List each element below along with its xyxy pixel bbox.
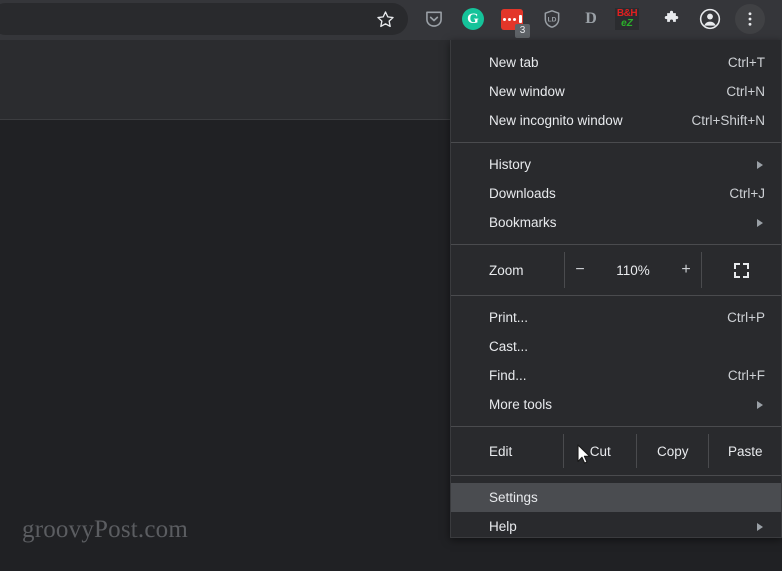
pocket-icon[interactable]	[419, 4, 449, 34]
menu-row-edit: Edit Cut Copy Paste	[451, 434, 781, 468]
menu-item-label: History	[489, 157, 532, 172]
menu-item-shortcut: Ctrl+Shift+N	[691, 113, 765, 128]
menu-divider	[451, 295, 781, 296]
menu-divider	[451, 426, 781, 427]
pocket-glyph	[426, 11, 442, 27]
ext-dot	[507, 17, 511, 21]
menu-item-label: Settings	[489, 490, 538, 505]
zoom-in-button[interactable]: +	[675, 261, 697, 279]
menu-item-shortcut: Ctrl+P	[727, 310, 765, 325]
svg-text:LD: LD	[548, 17, 557, 24]
menu-item-find[interactable]: Find... Ctrl+F	[451, 361, 781, 390]
menu-item-label: Help	[489, 519, 517, 534]
profile-avatar-icon[interactable]	[695, 4, 725, 34]
menu-group-settings: Settings Help	[451, 483, 781, 537]
ext-bar	[518, 15, 522, 23]
chevron-right-icon	[757, 218, 763, 227]
menu-item-label: Cast...	[489, 339, 529, 354]
grammarly-icon[interactable]: G	[458, 4, 488, 34]
fullscreen-corner-tr	[743, 262, 749, 269]
bookmark-star-icon[interactable]	[370, 4, 400, 34]
menu-item-label: Find...	[489, 368, 527, 383]
menu-item-shortcut: Ctrl+N	[726, 84, 765, 99]
cut-button[interactable]: Cut	[563, 434, 636, 468]
extension-badge-count: 3	[515, 23, 530, 38]
menu-item-shortcut: Ctrl+J	[729, 186, 765, 201]
avatar-glyph	[699, 8, 721, 30]
menu-item-help[interactable]: Help	[451, 512, 781, 537]
menu-row-zoom: Zoom − 110% +	[451, 252, 781, 288]
grammarly-letter: G	[462, 8, 484, 30]
zoom-level-value: 110%	[616, 262, 650, 278]
fullscreen-icon	[734, 262, 749, 278]
zoom-controls: − 110% +	[564, 252, 702, 288]
menu-item-shortcut: Ctrl+F	[727, 368, 765, 383]
ext-dot	[512, 17, 516, 21]
puzzle-glyph	[664, 10, 678, 22]
menu-group-browsing: History Downloads Ctrl+J Bookmarks	[451, 150, 781, 237]
zoom-out-button[interactable]: −	[569, 261, 591, 279]
fullscreen-corner-br	[743, 271, 749, 278]
paste-button[interactable]: Paste	[708, 434, 781, 468]
dx-extension-icon[interactable]: D	[576, 4, 606, 34]
menu-item-label: New incognito window	[489, 113, 623, 128]
bh-extension-icon[interactable]: B&H eZ	[612, 4, 642, 34]
three-dot-menu-icon[interactable]	[735, 4, 765, 34]
bh-bottom-text: eZ	[621, 18, 633, 29]
dx-letter: D	[585, 10, 597, 27]
bh-glyph: B&H eZ	[615, 8, 639, 30]
menu-divider	[451, 142, 781, 143]
menu-item-settings[interactable]: Settings	[451, 483, 781, 512]
red-extension-icon[interactable]: 3	[497, 4, 530, 38]
menu-item-bookmarks[interactable]: Bookmarks	[451, 208, 781, 237]
lastpass-glyph: LD	[544, 10, 560, 28]
lastpass-icon[interactable]: LD	[537, 4, 567, 34]
menu-item-cast[interactable]: Cast...	[451, 332, 781, 361]
menu-item-new-window[interactable]: New window Ctrl+N	[451, 77, 781, 106]
watermark-text: groovyPost.com	[22, 516, 188, 543]
menu-item-label: Downloads	[489, 186, 556, 201]
zoom-label: Zoom	[489, 262, 524, 278]
menu-item-label: Bookmarks	[489, 215, 557, 230]
fullscreen-corner-tl	[734, 262, 740, 269]
three-dot-glyph	[748, 12, 752, 26]
address-bar[interactable]	[0, 3, 408, 35]
menu-item-new-incognito-window[interactable]: New incognito window Ctrl+Shift+N	[451, 106, 781, 135]
menu-item-label: Print...	[489, 310, 529, 325]
menu-group-tools: Print... Ctrl+P Cast... Find... Ctrl+F M…	[451, 303, 781, 419]
chrome-main-menu[interactable]: New tab Ctrl+T New window Ctrl+N New inc…	[450, 40, 782, 538]
edit-label: Edit	[489, 443, 513, 459]
red-extension-glyph: 3	[501, 8, 530, 38]
menu-item-more-tools[interactable]: More tools	[451, 390, 781, 419]
chevron-right-icon	[757, 400, 763, 409]
extensions-puzzle-icon[interactable]	[656, 4, 686, 34]
star-glyph	[376, 10, 394, 27]
menu-item-history[interactable]: History	[451, 150, 781, 179]
menu-divider	[451, 244, 781, 245]
menu-item-print[interactable]: Print... Ctrl+P	[451, 303, 781, 332]
chevron-right-icon	[757, 522, 763, 531]
menu-divider	[451, 475, 781, 476]
menu-item-shortcut: Ctrl+T	[727, 55, 765, 70]
browser-toolbar: G 3 LD D B&H eZ	[0, 0, 782, 40]
fullscreen-corner-bl	[734, 271, 740, 278]
ext-dot	[502, 17, 506, 21]
menu-item-new-tab[interactable]: New tab Ctrl+T	[451, 48, 781, 77]
fullscreen-button[interactable]	[702, 252, 781, 288]
menu-item-label: New tab	[489, 55, 539, 70]
chevron-right-icon	[757, 160, 763, 169]
menu-item-downloads[interactable]: Downloads Ctrl+J	[451, 179, 781, 208]
menu-item-label: More tools	[489, 397, 553, 412]
menu-group-new: New tab Ctrl+T New window Ctrl+N New inc…	[451, 48, 781, 135]
menu-item-label: New window	[489, 84, 565, 99]
copy-button[interactable]: Copy	[635, 434, 709, 468]
